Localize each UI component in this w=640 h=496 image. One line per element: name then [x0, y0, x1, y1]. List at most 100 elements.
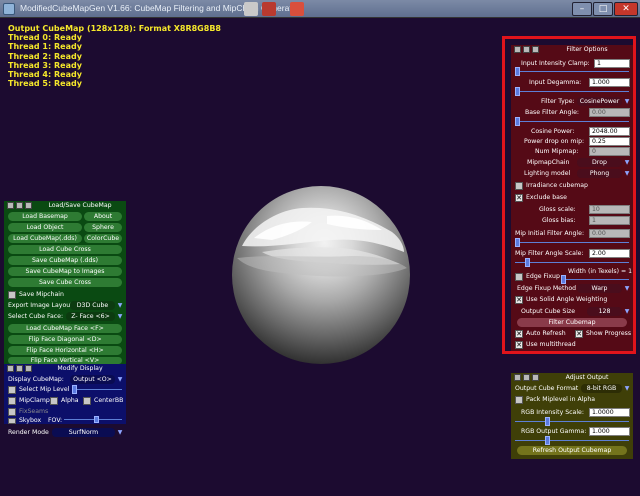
flip-vertical-button[interactable]: Flip Face Vertical <V> [8, 357, 122, 364]
pack-mip-label: Pack Miplevel in Alpha [526, 396, 596, 403]
filter-type-select[interactable]: CosinePower ▼ [577, 97, 631, 106]
load-cube-cross-button[interactable]: Load Cube Cross [8, 245, 122, 254]
status-line: Thread 1: Ready [8, 42, 82, 52]
export-layout-select[interactable]: D3D Cube ▼ [70, 301, 124, 310]
pin-icon[interactable] [523, 374, 530, 381]
load-object-button[interactable]: Load Object [8, 223, 82, 232]
save-mipchain-checkbox[interactable] [8, 291, 16, 299]
display-cubemap-select[interactable]: Output <O> ▼ [70, 375, 124, 384]
modify-display-panel: Modify Display Display CubeMap: Output <… [4, 364, 126, 424]
pack-mip-checkbox[interactable] [515, 396, 523, 404]
collapse-icon[interactable] [7, 202, 14, 209]
fixseams-checkbox[interactable] [8, 408, 16, 416]
close-icon[interactable]: ✕ [614, 2, 638, 16]
cosine-power-field[interactable]: 2048.00 [589, 127, 630, 136]
power-drop-label: Power drop on mip: [524, 138, 585, 145]
irradiance-checkbox[interactable] [515, 182, 523, 190]
refresh-output-button[interactable]: Refresh Output Cubemap [517, 446, 627, 455]
taskbar-shortcut-icon[interactable] [290, 2, 304, 16]
gloss-bias-field[interactable]: 1 [589, 216, 630, 225]
flip-horizontal-button[interactable]: Flip Face Horizontal <H> [8, 346, 122, 355]
rgb-gamma-label: RGB Output Gamma: [521, 428, 587, 435]
minimize-panel-icon[interactable] [25, 365, 32, 372]
collapse-icon[interactable] [514, 46, 521, 53]
pin-icon[interactable] [16, 202, 23, 209]
lighting-model-select[interactable]: Phong ▼ [577, 169, 631, 178]
irradiance-label: Irradiance cubemap [526, 182, 588, 189]
base-filter-angle-field[interactable]: 0.00 [589, 108, 630, 117]
rgb-gamma-field[interactable]: 1.000 [589, 427, 630, 436]
edge-fixup-width-slider[interactable] [561, 275, 629, 284]
input-degamma-slider[interactable] [515, 87, 629, 96]
show-progress-checkbox[interactable]: ✕ [575, 330, 583, 338]
adjust-output-panel: Adjust Output Output Cube Format 8-bit R… [511, 373, 633, 459]
panel-header: Filter Options [511, 45, 633, 55]
minimize-icon[interactable]: – [572, 2, 592, 16]
mip-level-slider[interactable] [72, 385, 122, 394]
load-cubemap-dds-button[interactable]: Load CubeMap(.dds) [8, 234, 82, 243]
output-cube-size-select[interactable]: 128 ▼ [587, 307, 631, 316]
maximize-icon[interactable]: □ [593, 2, 613, 16]
flip-diagonal-button[interactable]: Flip Face Diagonal <D> [8, 335, 122, 344]
select-face-select[interactable]: Z- Face <6> ▼ [66, 312, 124, 321]
minimize-panel-icon[interactable] [532, 374, 539, 381]
multithread-checkbox[interactable]: ✕ [515, 341, 523, 349]
solid-angle-checkbox[interactable]: ✕ [515, 296, 523, 304]
alpha-checkbox[interactable] [50, 397, 58, 405]
collapse-icon[interactable] [514, 374, 521, 381]
filter-cubemap-button[interactable]: Filter Cubemap [517, 318, 627, 327]
select-mip-checkbox[interactable] [8, 386, 16, 394]
fov-slider[interactable] [64, 416, 122, 423]
mip-initial-angle-slider[interactable] [515, 238, 629, 247]
panel-header: Adjust Output [511, 373, 633, 383]
sphere-reflection-image [237, 207, 407, 277]
rgb-scale-field[interactable]: 1.0000 [589, 408, 630, 417]
auto-refresh-checkbox[interactable]: ✕ [515, 330, 523, 338]
mipmap-chain-select[interactable]: Drop ▼ [577, 158, 631, 167]
mip-initial-angle-field[interactable]: 0.00 [589, 229, 630, 238]
about-button[interactable]: About [84, 212, 122, 221]
exclude-base-checkbox[interactable]: ✕ [515, 194, 523, 202]
colorcube-button[interactable]: ColorCube [84, 234, 122, 243]
app-icon [3, 3, 15, 15]
taskbar-shortcut-icon[interactable] [244, 2, 258, 16]
save-cubemap-dds-button[interactable]: Save CubeMap (.dds) [8, 256, 122, 265]
mip-angle-scale-label: Mip Filter Angle Scale: [515, 250, 584, 257]
mip-angle-scale-field[interactable]: 2.00 [589, 249, 630, 258]
alpha-label: Alpha [61, 397, 79, 404]
output-format-select[interactable]: 8-bit RGB ▼ [581, 384, 631, 393]
gloss-scale-field[interactable]: 10 [589, 205, 630, 214]
edge-fixup-checkbox[interactable] [515, 273, 523, 281]
input-degamma-field[interactable]: 1.000 [589, 78, 630, 87]
chevron-down-icon: ▼ [117, 376, 123, 383]
mipclamp-checkbox[interactable] [8, 397, 16, 405]
num-mipmap-field[interactable]: 0 [589, 147, 630, 156]
save-cube-cross-button[interactable]: Save Cube Cross [8, 278, 122, 287]
collapse-icon[interactable] [7, 365, 14, 372]
status-line: Thread 5: Ready [8, 79, 82, 89]
centerbb-checkbox[interactable] [83, 397, 91, 405]
load-face-button[interactable]: Load CubeMap Face <F> [8, 324, 122, 333]
taskbar-shortcut-icon[interactable] [262, 2, 276, 16]
input-intensity-clamp-slider[interactable] [515, 67, 629, 76]
rgb-gamma-slider[interactable] [515, 436, 629, 445]
save-cubemap-images-button[interactable]: Save CubeMap to Images [8, 267, 122, 276]
chevron-down-icon: ▼ [624, 98, 630, 105]
status-line: Thread 3: Ready [8, 60, 82, 70]
minimize-panel-icon[interactable] [532, 46, 539, 53]
power-drop-field[interactable]: 0.25 [589, 137, 630, 146]
mip-angle-scale-slider[interactable] [515, 258, 629, 267]
exclude-base-label: Exclude base [526, 194, 567, 201]
load-basemap-button[interactable]: Load Basemap [8, 212, 82, 221]
chevron-down-icon: ▼ [624, 159, 630, 166]
edge-fixup-method-select[interactable]: Warp ▼ [577, 284, 631, 293]
cubemap-sphere[interactable] [232, 186, 410, 364]
render-mode-select[interactable]: SurfNorm ▼ [52, 428, 124, 437]
rgb-scale-slider[interactable] [515, 417, 629, 426]
pin-icon[interactable] [523, 46, 530, 53]
pin-icon[interactable] [16, 365, 23, 372]
sphere-button[interactable]: Sphere [84, 223, 122, 232]
base-filter-angle-slider[interactable] [515, 117, 629, 126]
skybox-checkbox[interactable] [8, 418, 16, 424]
minimize-panel-icon[interactable] [25, 202, 32, 209]
